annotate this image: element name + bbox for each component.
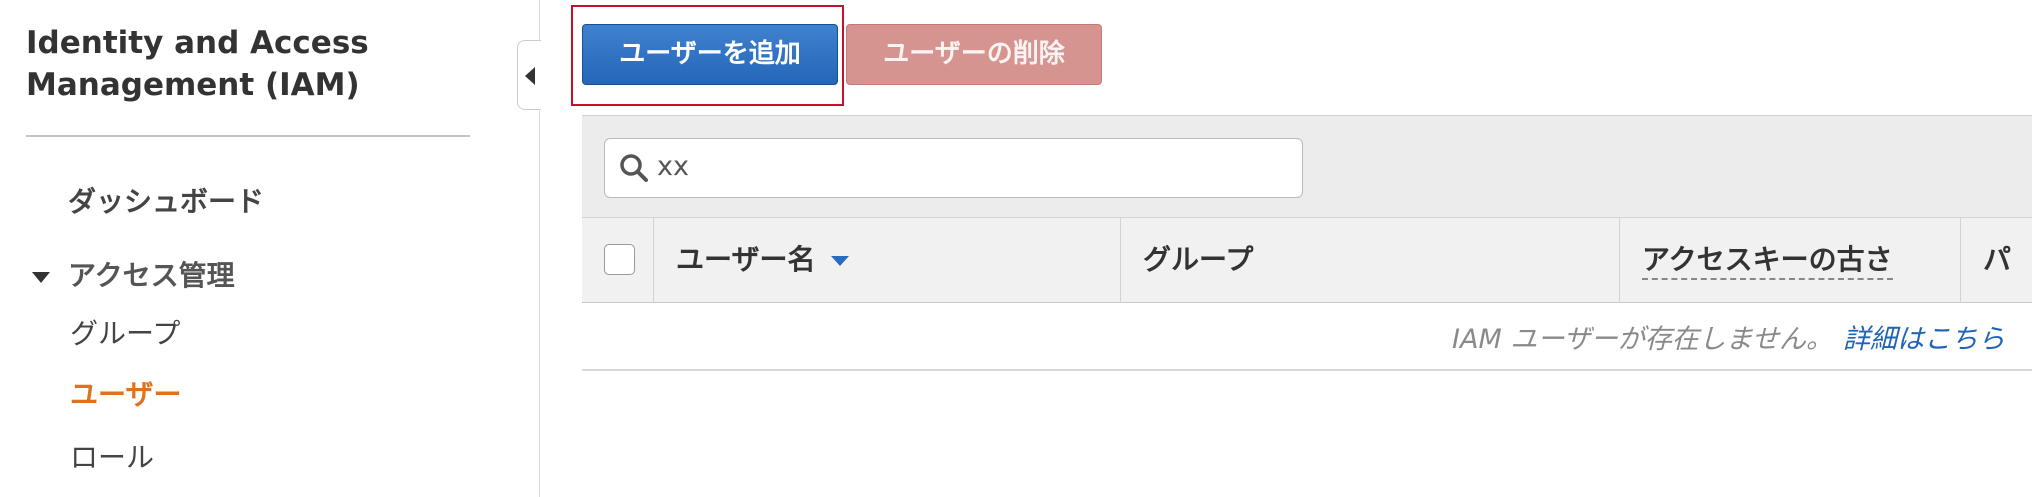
column-header-password[interactable]: パ xyxy=(1961,218,2032,303)
table-empty-row: IAM ユーザーが存在しません。 詳細はこちら xyxy=(582,303,2032,371)
sidebar-item-groups[interactable]: グループ xyxy=(70,312,180,352)
search-input[interactable]: xx xyxy=(604,138,1303,198)
sidebar-item-dashboard[interactable]: ダッシュボード xyxy=(68,180,264,220)
column-header-groups[interactable]: グループ xyxy=(1121,218,1620,303)
column-header-username[interactable]: ユーザー名 xyxy=(654,218,1121,303)
sidebar-divider xyxy=(26,135,470,137)
search-input-value: xx xyxy=(657,151,689,182)
column-header-password-label: パ xyxy=(1983,243,2012,276)
sidebar-section-label: アクセス管理 xyxy=(68,259,235,292)
sidebar-item-users[interactable]: ユーザー xyxy=(70,373,181,413)
empty-message-text: IAM ユーザーが存在しません。 xyxy=(1452,324,1833,355)
column-header-access-key-age-label: アクセスキーの古さ xyxy=(1642,243,1893,280)
delete-user-button[interactable]: ユーザーの削除 xyxy=(846,24,1102,85)
sidebar-item-roles[interactable]: ロール xyxy=(70,436,154,476)
sort-descending-icon xyxy=(831,256,850,266)
header-checkbox-cell xyxy=(582,218,654,303)
caret-left-icon xyxy=(525,67,535,85)
column-header-groups-label: グループ xyxy=(1143,243,1254,276)
column-header-username-label: ユーザー名 xyxy=(676,243,816,276)
sidebar: Identity and Access Management (IAM) ダッシ… xyxy=(0,0,540,497)
select-all-checkbox[interactable] xyxy=(604,244,635,275)
search-icon xyxy=(620,154,648,182)
sidebar-collapse-button[interactable] xyxy=(517,40,541,110)
add-user-button[interactable]: ユーザーを追加 xyxy=(582,24,838,85)
sidebar-title: Identity and Access Management (IAM) xyxy=(26,25,369,103)
learn-more-link[interactable]: 詳細はこちら xyxy=(1843,324,2005,355)
column-header-access-key-age[interactable]: アクセスキーの古さ xyxy=(1620,218,1961,303)
table-header: ユーザー名 グループ アクセスキーの古さ パ xyxy=(582,217,2032,303)
empty-message: IAM ユーザーが存在しません。 詳細はこちら xyxy=(1452,317,2005,356)
sidebar-section-access-management[interactable]: アクセス管理 xyxy=(32,254,235,294)
caret-down-icon xyxy=(32,271,50,283)
